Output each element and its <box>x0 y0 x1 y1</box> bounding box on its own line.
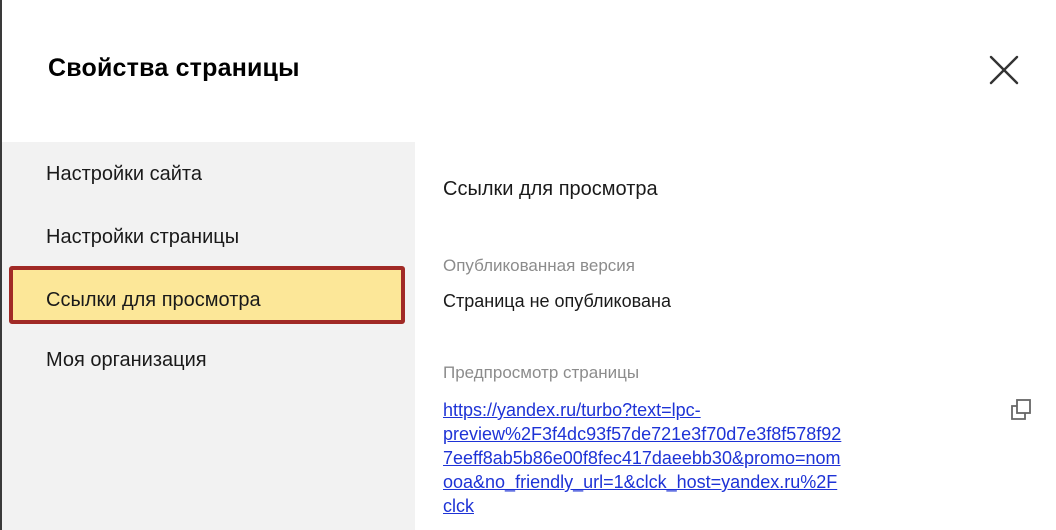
published-version-value: Страница не опубликована <box>443 291 671 311</box>
preview-link-line: https://yandex.ru/turbo?text=lpc- <box>443 400 701 420</box>
copy-icon <box>1011 399 1031 420</box>
page-preview-label: Предпросмотр страницы <box>443 363 640 382</box>
sidebar-item-preview-links[interactable]: Ссылки для просмотра <box>2 266 415 326</box>
sidebar-item-my-organization[interactable]: Моя организация <box>2 326 415 386</box>
sidebar: Настройки сайта Настройки страницы Ссылк… <box>2 142 415 530</box>
published-version-label: Опубликованная версия <box>443 256 635 275</box>
copy-link-button[interactable] <box>1008 397 1034 423</box>
sidebar-item-label: Моя организация <box>46 349 207 371</box>
sidebar-item-page-settings[interactable]: Настройки страницы <box>2 204 415 264</box>
sidebar-item-site-settings[interactable]: Настройки сайта <box>2 142 415 202</box>
sidebar-item-label: Ссылки для просмотра <box>46 289 261 311</box>
preview-link-line: ooa&no_friendly_url=1&clck_host=yandex.r… <box>443 472 838 492</box>
preview-link-line: 7eeff8ab5b86e00f8fec417daeebb30&promo=no… <box>443 448 841 468</box>
sidebar-item-label: Настройки сайта <box>46 163 202 185</box>
page-properties-dialog: Свойства страницы Настройки сайта Настро… <box>0 0 1056 530</box>
sidebar-item-label: Настройки страницы <box>46 226 240 248</box>
dialog-title: Свойства страницы <box>48 54 300 82</box>
preview-link-line: clck <box>443 496 474 516</box>
section-title: Ссылки для просмотра <box>443 178 658 200</box>
preview-link[interactable]: https://yandex.ru/turbo?text=lpc- previe… <box>443 398 983 518</box>
content-panel: Ссылки для просмотра Опубликованная верс… <box>415 142 1056 530</box>
close-icon <box>989 55 1019 85</box>
close-button[interactable] <box>984 50 1024 90</box>
preview-link-line: preview%2F3f4dc93f57de721e3f70d7e3f8f578… <box>443 424 842 444</box>
dialog-header: Свойства страницы <box>2 0 1056 142</box>
